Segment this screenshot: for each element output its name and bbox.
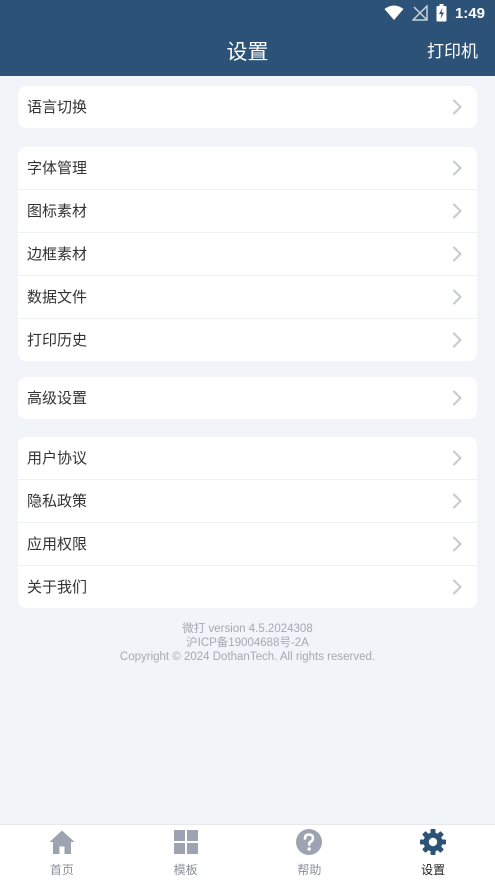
settings-group-resources: 字体管理 图标素材 边框素材 数据文件 打印历史 — [18, 147, 477, 361]
menu-item-borders[interactable]: 边框素材 — [18, 233, 477, 276]
tab-label: 首页 — [49, 863, 74, 877]
menu-item-label: 隐私政策 — [27, 492, 88, 510]
menu-item-icons[interactable]: 图标素材 — [18, 190, 477, 233]
menu-item-print-history[interactable]: 打印历史 — [18, 319, 477, 361]
menu-item-user-agreement[interactable]: 用户协议 — [18, 437, 477, 480]
gear-icon — [420, 829, 447, 855]
page-title: 设置 — [226, 40, 269, 64]
chevron-right-icon — [452, 289, 462, 305]
menu-item-label: 关于我们 — [27, 578, 88, 596]
copyright-text: Copyright © 2024 DothanTech. All rights … — [119, 651, 376, 663]
menu-item-label: 高级设置 — [27, 389, 88, 407]
menu-item-font[interactable]: 字体管理 — [18, 147, 477, 190]
status-time: 1:49 — [454, 4, 485, 22]
chevron-right-icon — [452, 99, 462, 115]
chevron-right-icon — [452, 160, 462, 176]
chevron-right-icon — [452, 536, 462, 552]
menu-item-data-files[interactable]: 数据文件 — [18, 276, 477, 319]
grid-icon — [173, 830, 198, 854]
settings-group-about: 用户协议 隐私政策 应用权限 关于我们 — [18, 437, 477, 608]
no-signal-icon — [411, 5, 428, 21]
menu-item-advanced[interactable]: 高级设置 — [18, 377, 477, 419]
menu-item-label: 打印历史 — [27, 331, 88, 349]
battery-icon — [436, 4, 447, 22]
menu-item-app-permissions[interactable]: 应用权限 — [18, 523, 477, 566]
wifi-icon — [384, 5, 404, 20]
settings-group-advanced: 高级设置 — [18, 377, 477, 419]
help-icon — [296, 829, 323, 855]
tab-help[interactable]: 帮助 — [248, 825, 372, 881]
icp-license: 沪ICP备19004688号-2A — [186, 637, 309, 649]
chevron-right-icon — [452, 450, 462, 466]
tab-label: 帮助 — [297, 863, 322, 877]
menu-item-label: 用户协议 — [27, 449, 88, 467]
version-info: 微打 version 4.5.2024308 — [182, 623, 313, 635]
menu-item-label: 图标素材 — [27, 202, 88, 220]
tab-label: 设置 — [421, 863, 446, 877]
tab-label: 模板 — [173, 863, 198, 877]
settings-group-language: 语言切换 — [18, 86, 477, 128]
tab-templates[interactable]: 模板 — [124, 825, 248, 881]
bottom-tab-bar: 首页 模板 帮助 设置 — [0, 824, 495, 881]
menu-item-language[interactable]: 语言切换 — [18, 86, 477, 128]
tab-settings[interactable]: 设置 — [371, 825, 495, 881]
chevron-right-icon — [452, 579, 462, 595]
menu-item-label: 边框素材 — [27, 245, 88, 263]
app-bar: 设置 打印机 — [0, 28, 495, 76]
menu-item-label: 应用权限 — [27, 535, 88, 553]
menu-item-label: 字体管理 — [27, 159, 88, 177]
tab-home[interactable]: 首页 — [0, 825, 124, 881]
chevron-right-icon — [452, 246, 462, 262]
printer-button[interactable]: 打印机 — [427, 28, 478, 76]
chevron-right-icon — [452, 332, 462, 348]
menu-item-label: 语言切换 — [27, 98, 88, 116]
status-bar: 1:49 — [0, 0, 495, 28]
chevron-right-icon — [452, 203, 462, 219]
chevron-right-icon — [452, 493, 462, 509]
home-icon — [49, 830, 75, 854]
menu-item-label: 数据文件 — [27, 288, 88, 306]
menu-item-about-us[interactable]: 关于我们 — [18, 566, 477, 608]
chevron-right-icon — [452, 390, 462, 406]
menu-item-privacy-policy[interactable]: 隐私政策 — [18, 480, 477, 523]
